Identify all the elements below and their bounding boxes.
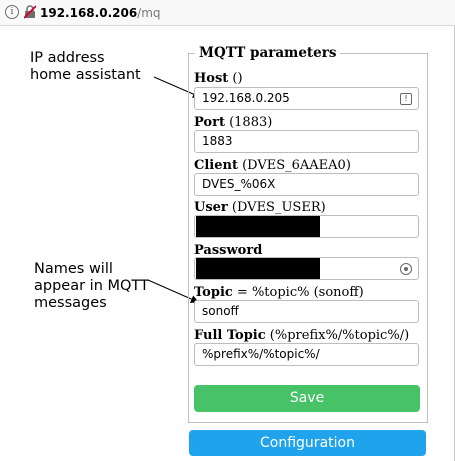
client-input[interactable]: DVES_%06X bbox=[194, 173, 419, 196]
user-redaction bbox=[196, 216, 320, 237]
autofill-icon[interactable]: ! bbox=[400, 93, 412, 105]
client-label-hint: (DVES_6AAEA0) bbox=[237, 158, 351, 173]
fieldset-legend: MQTT parameters bbox=[199, 45, 337, 61]
port-input[interactable]: 1883 bbox=[194, 130, 419, 153]
user-label-hint: (DVES_USER) bbox=[227, 200, 326, 215]
client-label: Client (DVES_6AAEA0) bbox=[194, 158, 351, 173]
host-label-text: Host bbox=[194, 71, 229, 86]
full-topic-input[interactable]: %prefix%/%topic%/ bbox=[194, 343, 419, 366]
host-label-hint: () bbox=[228, 71, 243, 86]
full-topic-label: Full Topic (%prefix%/%topic%/) bbox=[194, 328, 409, 343]
topic-label-hint: = %topic% (sonoff) bbox=[232, 285, 364, 300]
port-label-hint: (1883) bbox=[224, 115, 273, 130]
password-redaction bbox=[196, 258, 320, 279]
full-topic-label-text: Full Topic bbox=[194, 328, 266, 343]
port-input-value: 1883 bbox=[202, 134, 233, 148]
host-input[interactable]: 192.168.0.205 bbox=[194, 87, 419, 110]
host-input-value: 192.168.0.205 bbox=[202, 91, 290, 105]
password-label: Password bbox=[194, 243, 262, 258]
save-button[interactable]: Save bbox=[194, 385, 420, 412]
client-input-value: DVES_%06X bbox=[202, 177, 276, 191]
user-label-text: User bbox=[194, 200, 228, 215]
topic-input[interactable]: sonoff bbox=[194, 300, 419, 323]
configuration-button[interactable]: Configuration bbox=[189, 430, 426, 456]
port-label-text: Port bbox=[194, 115, 225, 130]
topic-label-text: Topic bbox=[194, 285, 233, 300]
full-topic-input-value: %prefix%/%topic%/ bbox=[202, 347, 320, 361]
host-label: Host () bbox=[194, 71, 243, 86]
password-label-text: Password bbox=[194, 243, 263, 258]
full-topic-label-hint: (%prefix%/%topic%/) bbox=[265, 328, 410, 343]
user-label: User (DVES_USER) bbox=[194, 200, 326, 215]
port-label: Port (1883) bbox=[194, 115, 272, 130]
client-label-text: Client bbox=[194, 158, 238, 173]
topic-input-value: sonoff bbox=[202, 304, 239, 318]
topic-label: Topic = %topic% (sonoff) bbox=[194, 285, 364, 300]
show-password-icon[interactable] bbox=[400, 263, 412, 275]
